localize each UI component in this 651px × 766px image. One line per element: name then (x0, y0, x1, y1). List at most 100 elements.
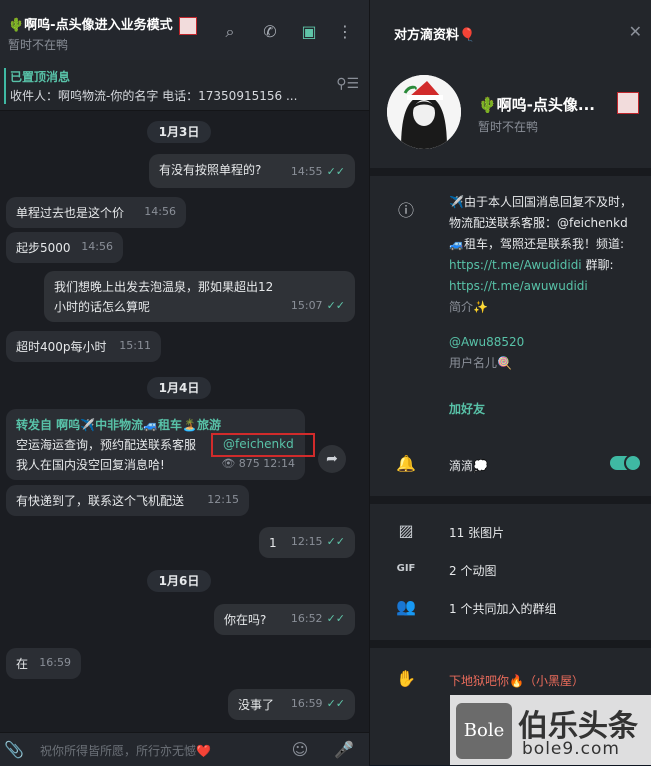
media-gifs[interactable]: 2 个动图 (449, 562, 496, 579)
message-time: 16:59 (290, 697, 323, 710)
block-user-button[interactable]: 下地狱吧你🔥（小黑屋） (449, 672, 584, 689)
message-time: 16:59 (39, 656, 71, 669)
message-text: 你在吗? (224, 613, 267, 627)
date-separator: 1月4日 (147, 377, 211, 399)
attach-icon[interactable]: 📎 (4, 740, 24, 760)
read-check-icon: ✓✓ (326, 165, 345, 178)
message-out[interactable]: 有没有按照单程的? 14:55 ✓✓ (149, 154, 355, 188)
message-time: 12:14 (263, 457, 295, 470)
bio: ✈️由于本人回国消息回复不及时，物流配送联系客服：@feichenkd 🚙租车，… (449, 192, 639, 374)
bio-text: ✈️由于本人回国消息回复不及时，物流配送联系客服：@feichenkd 🚙租车，… (449, 195, 632, 251)
image-icon: ▨ (398, 521, 414, 540)
date-separator: 1月6日 (147, 570, 211, 592)
group-icon: 👥 (396, 597, 416, 616)
section-divider (370, 640, 651, 648)
profile-panel: 对方滴资料🎈 ✕ 🌵啊呜-点头像... 暂时不在鸭 ⓘ ✈️由于本人回国消息回复… (369, 0, 651, 765)
seal-icon (179, 16, 198, 35)
block-hand-icon: ✋ (396, 669, 416, 688)
emoji-icon[interactable]: ☺ (290, 740, 310, 760)
search-icon[interactable]: ⌕ (221, 23, 239, 41)
message-input[interactable]: 祝你所得皆所愿，所行亦无憾❤️ (40, 742, 211, 759)
watermark: Bole 伯乐头条 bole9.com (450, 695, 651, 765)
message-in[interactable]: 有快递到了，联系这个飞机配送 12:15 (6, 485, 249, 516)
message-time: 14:56 (144, 205, 176, 218)
microphone-icon[interactable]: 🎤 (334, 740, 354, 760)
message-text: 单程过去也是这个价 (16, 206, 125, 220)
message-out[interactable]: 1 12:15 ✓✓ (259, 527, 355, 558)
chat-title-text: 🌵啊呜-点头像进入业务模式 (8, 18, 173, 33)
section-divider (370, 168, 651, 176)
info-icon: ⓘ (397, 201, 414, 220)
message-time: 15:07 (290, 299, 323, 312)
read-check-icon: ✓✓ (326, 697, 345, 710)
watermark-logo: Bole (456, 703, 512, 759)
message-text: 有快递到了，联系这个飞机配送 (16, 494, 185, 508)
message-text: 空运海运查询，预约配送联系客服 (16, 438, 197, 452)
notifications-toggle[interactable] (610, 454, 642, 472)
message-time: 12:15 (290, 535, 323, 548)
pinned-message[interactable]: 已置顶消息 收件人：啊呜物流-你的名字 电话：17350915156 ... ⚲… (0, 60, 369, 111)
message-out[interactable]: 没事了 16:59 ✓✓ (228, 689, 355, 720)
pinned-accent-bar (4, 68, 6, 104)
message-time: 14:56 (81, 240, 113, 253)
username-label: 用户名儿🍭 (449, 356, 512, 370)
message-list[interactable]: 1月3日 有没有按照单程的? 14:55 ✓✓ 单程过去也是这个价 14:56 起… (0, 111, 369, 732)
pin-list-icon[interactable]: ⚲☰ (336, 76, 359, 92)
message-time: 14:55 (290, 165, 323, 178)
toggle-knob (624, 454, 642, 472)
more-menu-icon[interactable]: ⋮ (336, 23, 354, 41)
message-time: 12:15 (207, 493, 239, 506)
media-photos[interactable]: 11 张图片 (449, 524, 504, 541)
message-text: 起步5000 (16, 241, 71, 255)
channel-link[interactable]: https://t.me/Awudididi (449, 258, 582, 272)
panel-title: 对方滴资料🎈 (394, 28, 476, 43)
message-time: 15:11 (119, 339, 151, 352)
mention-link[interactable]: @feichenkd (223, 437, 294, 451)
sidebar-toggle-icon[interactable]: ▣ (300, 23, 318, 41)
seal-icon (617, 92, 639, 114)
read-check-icon: ✓✓ (326, 299, 345, 312)
read-check-icon: ✓✓ (326, 535, 345, 548)
message-in[interactable]: 超时400p每小时 15:11 (6, 331, 161, 362)
phone-icon[interactable]: ✆ (261, 23, 279, 41)
message-in[interactable]: 起步5000 14:56 (6, 232, 123, 263)
media-groups[interactable]: 1 个共同加入的群组 (449, 600, 556, 617)
message-text: 超时400p每小时 (16, 340, 107, 354)
profile-name-text: 🌵啊呜-点头像... (478, 96, 595, 114)
message-in[interactable]: 在 16:59 (6, 648, 81, 679)
chat-title[interactable]: 🌵啊呜-点头像进入业务模式 (8, 14, 198, 35)
close-icon[interactable]: ✕ (629, 22, 642, 41)
message-text: 我们想晚上出发去泡温泉，那如果超出12小时的话怎么算呢 (54, 280, 274, 314)
group-link[interactable]: https://t.me/awuwudidi (449, 279, 588, 293)
message-text: 有没有按照单程的? (159, 163, 262, 177)
avatar-illustration (387, 75, 461, 149)
username[interactable]: @Awu88520 (449, 335, 524, 349)
eye-icon: 👁 (221, 457, 236, 470)
gif-icon: GIF (396, 563, 416, 574)
notifications-label: 滴滴💭 (449, 459, 488, 473)
chat-header[interactable]: 🌵啊呜-点头像进入业务模式 暂时不在鸭 ⌕ ✆ ▣ ⋮ (0, 0, 369, 61)
chat-status: 暂时不在鸭 (8, 38, 69, 52)
message-text: 在 (16, 657, 29, 671)
bio-text: 群聊: (581, 258, 614, 272)
chat-pane: 🌵啊呜-点头像进入业务模式 暂时不在鸭 ⌕ ✆ ▣ ⋮ 已置顶消息 收件人：啊呜… (0, 0, 369, 766)
highlight-box: @feichenkd (211, 433, 315, 457)
forwarded-header[interactable]: 转发自 啊呜✈️中非物流🚙租车🏝️旅游 (16, 415, 295, 435)
share-icon[interactable]: ➦ (318, 445, 346, 473)
message-in[interactable]: 单程过去也是这个价 14:56 (6, 197, 186, 228)
pinned-label: 已置顶消息 (10, 70, 71, 84)
section-divider (370, 496, 651, 504)
bell-icon: 🔔 (396, 454, 416, 473)
profile-status: 暂时不在鸭 (478, 120, 539, 134)
read-check-icon: ✓✓ (326, 612, 345, 625)
message-text: 1 (269, 536, 277, 550)
bio-label: 简介✨ (449, 300, 488, 314)
profile-name: 🌵啊呜-点头像... (478, 94, 595, 115)
avatar[interactable] (387, 75, 461, 149)
composer[interactable]: 📎 祝你所得皆所愿，所行亦无憾❤️ ☺ 🎤 (0, 732, 369, 766)
message-out[interactable]: 我们想晚上出发去泡温泉，那如果超出12小时的话怎么算呢 15:07 ✓✓ (44, 271, 355, 322)
message-time: 16:52 (290, 612, 323, 625)
message-text: 没事了 (238, 698, 275, 712)
message-out[interactable]: 你在吗? 16:52 ✓✓ (214, 604, 355, 635)
add-friend-button[interactable]: 加好友 (449, 400, 485, 417)
